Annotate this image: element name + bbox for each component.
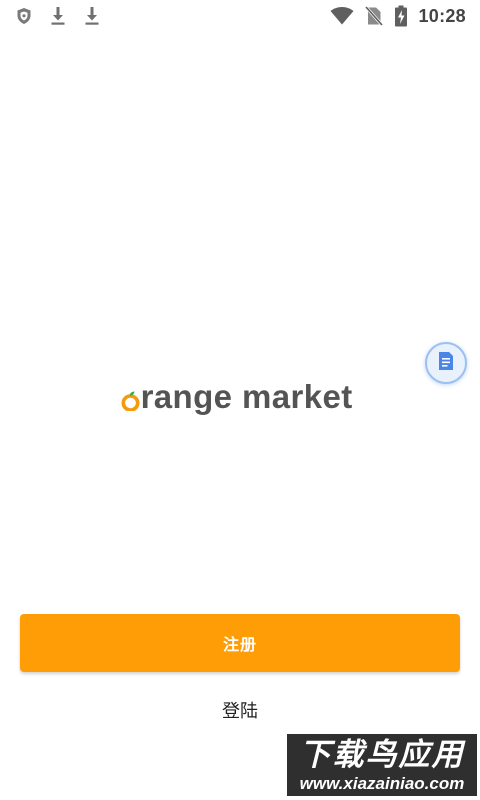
shield-icon <box>14 6 34 26</box>
logo-text: range market <box>140 378 353 415</box>
login-link[interactable]: 登陆 <box>0 697 480 723</box>
watermark-title: 下载鸟应用 <box>299 737 465 773</box>
watermark-url: www.xiazainiao.com <box>299 774 465 793</box>
status-bar-clock: 10:28 <box>418 5 466 26</box>
download-icon <box>82 6 102 26</box>
register-button[interactable]: 注册 <box>20 614 460 672</box>
battery-charging-icon <box>394 5 408 27</box>
orange-fruit-icon <box>121 391 140 411</box>
floating-document-button[interactable] <box>425 342 467 384</box>
watermark: 下载鸟应用 www.xiazainiao.com <box>287 734 477 796</box>
wifi-icon <box>330 6 354 26</box>
logo-wordmark: orange market <box>120 377 353 417</box>
document-icon <box>437 351 455 375</box>
status-bar-system: 10:28 <box>330 5 466 27</box>
no-sim-icon <box>364 6 384 26</box>
status-bar: 10:28 <box>0 0 480 32</box>
app-logo: orange market <box>120 377 360 417</box>
download-icon <box>48 6 68 26</box>
status-bar-notifications <box>14 6 102 26</box>
